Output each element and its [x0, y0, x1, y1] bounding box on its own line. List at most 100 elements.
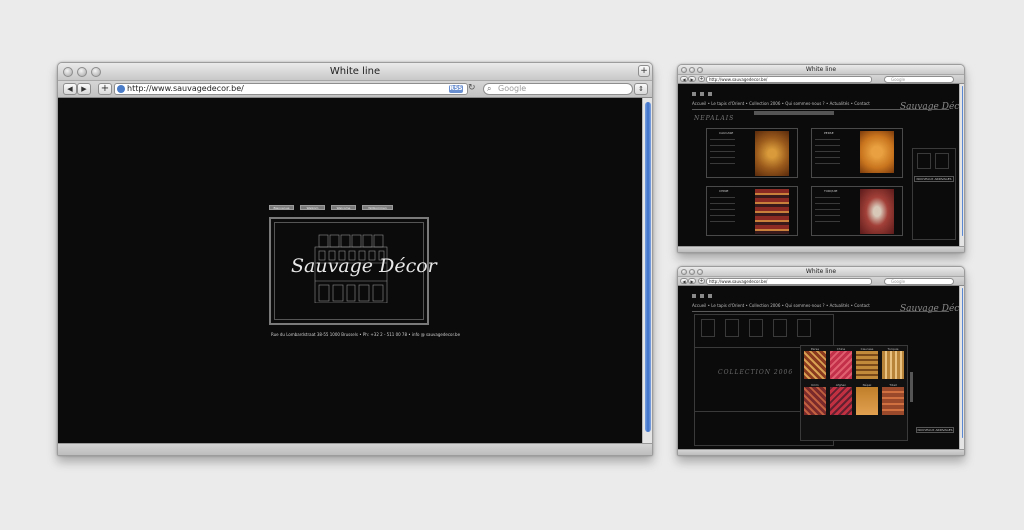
scrollbar-thumb[interactable] — [962, 86, 963, 236]
rug-image[interactable] — [860, 131, 894, 173]
reload-icon[interactable]: ↻ — [468, 83, 476, 93]
rug-image[interactable] — [860, 189, 894, 234]
browser-window-main: White line + ◀ ▶ + http://www.sauvagedec… — [57, 62, 653, 456]
product-details-placeholder — [815, 139, 840, 169]
search-field[interactable]: ⌕ Google — [483, 83, 633, 95]
product-details-placeholder — [710, 139, 735, 169]
address-bar[interactable]: http://www.sauvagedecor.be/ — [706, 278, 872, 285]
title-bar: White line + — [58, 63, 652, 81]
product-card[interactable]: TURQUIE — [811, 186, 903, 236]
site-nav: Accueil • Le tapis d'Orient • Collection… — [692, 101, 870, 106]
nav-accueil[interactable]: Accueil — [692, 101, 706, 106]
scroll-handle[interactable] — [910, 372, 913, 402]
search-placeholder: Google — [891, 279, 906, 284]
rug-image[interactable] — [804, 387, 826, 415]
rug-image[interactable] — [804, 351, 826, 379]
nav-contact[interactable]: Contact — [854, 303, 870, 308]
status-bar — [678, 246, 964, 252]
rug-thumb[interactable]: Afghan — [830, 383, 852, 415]
rss-button[interactable]: RSS — [449, 85, 463, 93]
product-name: TURQUIE — [824, 189, 838, 193]
nav-collection[interactable]: Collection 2006 — [749, 303, 780, 308]
browser-window-collection: White line ◀ ▶ + http://www.sauvagedecor… — [677, 64, 965, 253]
rug-image[interactable] — [856, 387, 878, 415]
collection-title: COLLECTION 2006 — [718, 369, 794, 376]
site-logo[interactable]: Sauvage Décor — [291, 255, 437, 277]
search-field[interactable]: Google — [884, 76, 954, 83]
nav-qui[interactable]: Qui sommes-nous ? — [785, 303, 824, 308]
product-name: CAUCASE — [719, 131, 734, 135]
forward-button[interactable]: ▶ — [77, 83, 91, 95]
menu-item-willkommen[interactable]: Willkommen — [362, 205, 393, 210]
back-button[interactable]: ◀ — [680, 278, 688, 284]
back-button[interactable]: ◀ — [680, 76, 688, 82]
rug-thumb[interactable]: Turquie — [882, 347, 904, 379]
site-logo[interactable]: Sauvage Décor — [900, 304, 959, 314]
product-card[interactable]: CHINE — [706, 186, 798, 236]
rug-image[interactable] — [882, 351, 904, 379]
vertical-scrollbar[interactable] — [642, 98, 652, 445]
side-label[interactable]: NOUVEAUX ARRIVAGES — [914, 176, 954, 182]
vertical-scrollbar[interactable] — [959, 84, 964, 248]
rug-image[interactable] — [830, 387, 852, 415]
new-tab-button[interactable]: + — [638, 65, 650, 77]
page-content: Accueil • Le tapis d'Orient • Collection… — [678, 286, 959, 451]
add-bookmark-button[interactable]: + — [698, 76, 705, 82]
rug-image[interactable] — [755, 131, 789, 176]
rug-image[interactable] — [856, 351, 878, 379]
nav-contact[interactable]: Contact — [854, 101, 870, 106]
rug-thumb[interactable]: Perse — [804, 347, 826, 379]
globe-icon — [117, 85, 125, 93]
title-bar: White line — [678, 267, 964, 277]
site-nav: Accueil • Le tapis d'Orient • Collection… — [692, 303, 870, 308]
product-card[interactable]: PERSE — [811, 128, 903, 178]
forward-button[interactable]: ▶ — [688, 76, 696, 82]
rug-thumb[interactable]: Népal — [856, 383, 878, 415]
nav-tapis[interactable]: Le tapis d'Orient — [711, 101, 744, 106]
nav-actualites[interactable]: Actualités — [830, 303, 850, 308]
menu-item-welcome[interactable]: Welcome — [331, 205, 356, 210]
product-details-placeholder — [710, 197, 735, 227]
vertical-scrollbar[interactable] — [959, 286, 964, 451]
menu-item-bienvenue[interactable]: Bienvenue — [269, 205, 294, 210]
window-title: White line — [805, 66, 837, 73]
product-card[interactable]: CAUCASE — [706, 128, 798, 178]
nav-qui[interactable]: Qui sommes-nous ? — [785, 101, 824, 106]
menu-item-welkom[interactable]: Welkom — [300, 205, 325, 210]
rug-thumb[interactable]: Kilim — [804, 383, 826, 415]
title-bar: White line — [678, 65, 964, 75]
url-text: http://www.sauvagedecor.be/ — [127, 84, 244, 93]
product-name: CHINE — [719, 189, 729, 193]
back-button[interactable]: ◀ — [63, 83, 77, 95]
nav-tapis[interactable]: Le tapis d'Orient — [711, 303, 744, 308]
add-bookmark-button[interactable]: + — [98, 83, 112, 95]
nav-actualites[interactable]: Actualités — [830, 101, 850, 106]
nav-accueil[interactable]: Accueil — [692, 303, 706, 308]
rug-image[interactable] — [830, 351, 852, 379]
nav-square-icon — [708, 294, 712, 298]
add-bookmark-button[interactable]: + — [698, 278, 705, 284]
rug-image[interactable] — [755, 189, 789, 234]
rug-thumb[interactable]: Chine — [830, 347, 852, 379]
page-content: Bienvenue Welkom Welcome Willkommen Sauv… — [58, 98, 642, 445]
rug-thumb[interactable]: Tibet — [882, 383, 904, 415]
language-menu: Bienvenue Welkom Welcome Willkommen — [269, 205, 393, 210]
scrollbar-thumb[interactable] — [962, 288, 963, 438]
status-bar — [58, 443, 652, 455]
address-bar[interactable]: http://www.sauvagedecor.be/ — [706, 76, 872, 83]
page-content: Accueil • Le tapis d'Orient • Collection… — [678, 84, 959, 248]
nav-collection[interactable]: Collection 2006 — [749, 101, 780, 106]
side-label[interactable]: NOUVEAUX ARRIVAGES — [916, 427, 954, 433]
url-text: http://www.sauvagedecor.be/ — [709, 279, 768, 284]
search-field[interactable]: Google — [884, 278, 954, 285]
site-logo[interactable]: Sauvage Décor — [900, 102, 959, 112]
address-bar[interactable]: http://www.sauvagedecor.be/ — [114, 83, 468, 95]
scrollbar-thumb[interactable] — [645, 102, 651, 432]
forward-button[interactable]: ▶ — [688, 278, 696, 284]
section-title: NEPALAIS — [694, 115, 735, 122]
rug-image[interactable] — [882, 387, 904, 415]
nav-square-icon — [700, 294, 704, 298]
browser-toolbar: ◀ ▶ + http://www.sauvagedecor.be/ Google — [678, 277, 964, 286]
rug-thumb[interactable]: Caucase — [856, 347, 878, 379]
page-menu-button[interactable]: ⇕ — [634, 83, 648, 95]
